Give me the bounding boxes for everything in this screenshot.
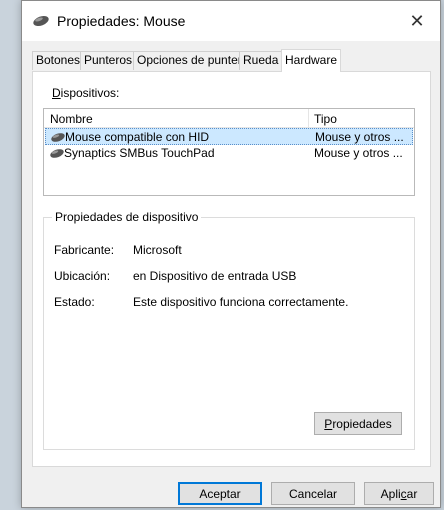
window-title: Propiedades: Mouse: [57, 13, 186, 29]
tab-rueda[interactable]: Rueda: [239, 51, 283, 70]
device-properties-group: Propiedades de dispositivo Fabricante: M…: [43, 210, 415, 450]
column-header-tipo[interactable]: Tipo: [314, 112, 337, 126]
status-value: Este dispositivo funciona correctamente.: [133, 295, 349, 309]
properties-button[interactable]: Propiedades: [314, 412, 402, 435]
list-row-synaptics-touchpad[interactable]: Synaptics SMBus TouchPad Mouse y otros .…: [45, 145, 413, 162]
mouse-properties-dialog: Propiedades: Mouse ✕ Botones Punteros Op…: [21, 0, 441, 508]
apply-button[interactable]: Apli c ar: [364, 482, 434, 505]
close-button[interactable]: ✕: [394, 1, 440, 41]
title-bar[interactable]: Propiedades: Mouse ✕: [22, 1, 440, 41]
group-title: Propiedades de dispositivo: [52, 210, 202, 224]
devices-label: Dispositivos:: [52, 86, 119, 100]
status-label: Estado:: [54, 295, 95, 309]
tab-opciones-de-puntero[interactable]: Opciones de puntero: [133, 51, 253, 70]
column-separator[interactable]: [308, 109, 309, 127]
column-header-nombre[interactable]: Nombre: [50, 112, 93, 126]
list-header: Nombre Tipo: [44, 109, 414, 128]
mouse-icon: [33, 15, 49, 27]
location-label: Ubicación:: [54, 269, 111, 283]
mouse-icon: [50, 149, 64, 158]
tab-hardware[interactable]: Hardware: [281, 49, 342, 72]
device-name: Mouse compatible con HID: [65, 130, 210, 144]
apply-label-prefix: Apli: [380, 486, 401, 501]
tab-botones[interactable]: Botones: [32, 51, 85, 70]
device-type: Mouse y otros ...: [314, 146, 403, 160]
location-value: en Dispositivo de entrada USB: [133, 269, 297, 283]
manufacturer-value: Microsoft: [133, 243, 182, 257]
device-type: Mouse y otros ...: [315, 130, 404, 144]
apply-label-rest: ar: [406, 486, 418, 501]
devices-label-rest: ispositivos:: [60, 86, 120, 100]
cancel-button[interactable]: Cancelar: [271, 482, 355, 505]
devices-list[interactable]: Nombre Tipo Mouse compatible con HID Mou…: [43, 108, 415, 196]
ok-button[interactable]: Aceptar: [178, 482, 262, 505]
mouse-icon: [51, 133, 65, 142]
manufacturer-label: Fabricante:: [54, 243, 115, 257]
properties-button-rest: ropiedades: [332, 416, 392, 431]
devices-label-mnemonic: D: [52, 86, 61, 100]
hardware-tab-panel: Dispositivos: Nombre Tipo Mouse compatib…: [32, 71, 431, 467]
tab-punteros[interactable]: Punteros: [80, 51, 137, 70]
properties-button-mnemonic: P: [324, 416, 333, 431]
device-name: Synaptics SMBus TouchPad: [64, 146, 215, 160]
list-row-mouse-hid[interactable]: Mouse compatible con HID Mouse y otros .…: [45, 128, 413, 145]
close-icon: ✕: [409, 10, 425, 31]
